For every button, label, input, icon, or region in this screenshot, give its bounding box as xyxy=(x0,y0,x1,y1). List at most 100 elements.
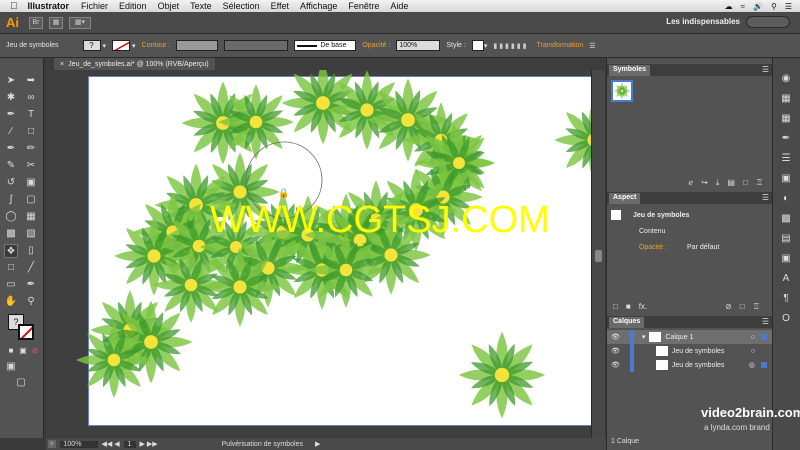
screen-mode-icon[interactable]: ▢ xyxy=(14,376,28,390)
opentype-panel-icon[interactable]: O xyxy=(779,312,793,326)
paragraph-panel-icon[interactable]: ¶ xyxy=(779,292,793,306)
symbols-menu-icon[interactable]: ☰ xyxy=(762,65,769,74)
symbol-sprayer-tool-icon[interactable]: ❖ xyxy=(4,244,18,258)
stroke-panel-icon[interactable]: ☰ xyxy=(779,152,793,166)
selection-tool-icon[interactable]: ➤ xyxy=(4,74,18,88)
status-menu-icon[interactable]: ▶ xyxy=(315,440,320,448)
opacity-label[interactable]: Opacité : xyxy=(362,42,390,49)
menu-effet[interactable]: Effet xyxy=(271,1,289,11)
artboard-nav-icon[interactable]: ◀◀ ◀ xyxy=(102,440,120,448)
width-tool-icon[interactable]: ∫ xyxy=(4,193,18,207)
creative-cloud-icon[interactable]: ☁ xyxy=(725,2,733,11)
layer-expand-icon[interactable]: ▾ xyxy=(642,333,646,341)
wifi-icon[interactable]: ≈ xyxy=(741,2,745,11)
align-panel-icon[interactable]: ▤ xyxy=(779,232,793,246)
menu-aide[interactable]: Aide xyxy=(390,1,408,11)
paintbrush-tool-icon[interactable]: ✒ xyxy=(4,142,18,156)
panel-menu-icon[interactable]: ☰ xyxy=(589,42,595,50)
apple-icon[interactable]:  xyxy=(10,1,18,12)
stroke-label[interactable]: Contour : xyxy=(142,42,171,49)
duplicate-item-icon[interactable]: □ xyxy=(740,302,745,314)
menu-edition[interactable]: Edition xyxy=(119,1,147,11)
zoom-tool-icon[interactable]: ⚲ xyxy=(24,295,38,309)
pathfinder-panel-icon[interactable]: ▣ xyxy=(779,252,793,266)
aspect-opacity-row[interactable]: Opacité : Par défaut xyxy=(607,240,773,254)
sublayer-2-selection-indicator[interactable] xyxy=(761,362,767,368)
free-transform-tool-icon[interactable]: ▢ xyxy=(24,193,38,207)
vertical-scrollbar[interactable] xyxy=(591,70,605,438)
symbols-tab[interactable]: Symboles xyxy=(609,65,651,76)
menu-selection[interactable]: Sélection xyxy=(223,1,260,11)
zoom-field[interactable]: 100% xyxy=(59,440,98,448)
aspect-object-row[interactable]: Jeu de symboles xyxy=(607,208,773,222)
symbol-set-artwork[interactable]: 🔒 xyxy=(46,70,591,438)
sublayer-row-2[interactable]: 👁 Jeu de symboles ◎ xyxy=(607,358,773,372)
artboard-tool-icon[interactable]: □ xyxy=(4,261,18,275)
clear-appearance-icon[interactable]: ⊘ xyxy=(725,302,732,314)
break-link-icon[interactable]: ⤓ xyxy=(716,178,720,190)
new-symbol-icon[interactable]: □ xyxy=(743,178,748,190)
list-icon[interactable]: ☰ xyxy=(785,2,792,11)
volume-icon[interactable]: 🔊 xyxy=(753,2,763,11)
add-stroke-icon[interactable]: □ xyxy=(613,302,618,314)
color-panel-icon[interactable]: ◉ xyxy=(779,72,793,86)
sublayer-2-target-icon[interactable]: ◎ xyxy=(749,361,755,369)
symbol-libraries-icon[interactable]: ℯ xyxy=(688,178,693,190)
arrange-dropdown-icon[interactable]: ▦▾ xyxy=(69,16,91,29)
character-panel-icon[interactable]: A xyxy=(779,272,793,286)
type-tool-icon[interactable]: T xyxy=(24,108,38,122)
slice-tool-icon[interactable]: ╱ xyxy=(24,261,38,275)
help-search-input[interactable] xyxy=(746,16,790,28)
workspace-switcher[interactable]: Les indispensables xyxy=(666,17,740,26)
sublayer-1-target-icon[interactable]: ○ xyxy=(751,348,755,355)
app-menu[interactable]: Illustrator xyxy=(28,1,70,11)
delete-item-icon[interactable]: ♖ xyxy=(753,302,760,314)
magic-wand-tool-icon[interactable]: ✱ xyxy=(4,91,18,105)
eraser-tool-icon[interactable]: ▭ xyxy=(4,278,18,292)
stroke-swatch[interactable]: ▾ xyxy=(112,40,136,51)
column-graph-tool-icon[interactable]: ▯ xyxy=(24,244,38,258)
line-tool-icon[interactable]: ⁄ xyxy=(4,125,18,139)
align-icons[interactable]: ▮▮▮▮▮▮ xyxy=(493,42,528,50)
rotate-tool-icon[interactable]: ↺ xyxy=(4,176,18,190)
mesh-tool-icon[interactable]: ▩ xyxy=(4,227,18,241)
pencil-tool-icon[interactable]: ✏ xyxy=(24,142,38,156)
zoom-arrow-icon[interactable]: ▿ xyxy=(48,440,56,448)
menu-fenetre[interactable]: Fenêtre xyxy=(348,1,379,11)
symbol-options-icon[interactable]: ▤ xyxy=(727,178,735,190)
gradient-tool-icon[interactable]: ▧ xyxy=(24,227,38,241)
gradient-panel-icon[interactable]: ▣ xyxy=(779,172,793,186)
brush-definition[interactable]: De base xyxy=(294,40,357,51)
aspect-menu-icon[interactable]: ☰ xyxy=(762,193,769,202)
shape-builder-tool-icon[interactable]: ◯ xyxy=(4,210,18,224)
rectangle-tool-icon[interactable]: □ xyxy=(24,125,38,139)
brushes-panel-icon[interactable]: ✒ xyxy=(779,132,793,146)
direct-selection-tool-icon[interactable]: ➥ xyxy=(24,74,38,88)
layers-tab[interactable]: Calques xyxy=(609,317,645,328)
sublayer-2-eye-icon[interactable]: 👁 xyxy=(611,361,620,369)
arrange-documents-icon[interactable]: ▦ xyxy=(49,16,63,29)
blob-brush-tool-icon[interactable]: ✎ xyxy=(4,159,18,173)
close-tab-icon[interactable]: × xyxy=(60,61,64,68)
place-symbol-icon[interactable]: ↪ xyxy=(701,178,708,190)
fill-stroke-widget[interactable]: ? xyxy=(8,314,36,340)
transform-link[interactable]: Transformation xyxy=(536,42,583,49)
sublayer-1-eye-icon[interactable]: 👁 xyxy=(611,347,620,355)
pen-tool-icon[interactable]: ✒ xyxy=(4,108,18,122)
layer-name[interactable]: Calque 1 xyxy=(665,334,693,341)
sublayer-2-name[interactable]: Jeu de symboles xyxy=(672,362,725,369)
layer-visibility-eye-icon[interactable]: 👁 xyxy=(611,333,620,341)
artboard-next-icon[interactable]: ▶ ▶▶ xyxy=(140,440,158,448)
delete-symbol-icon[interactable]: ♖ xyxy=(756,178,763,190)
canvas-area[interactable]: 🔒 xyxy=(46,70,591,438)
layer-target-icon[interactable]: ○ xyxy=(751,334,755,341)
stroke-weight-field[interactable] xyxy=(176,40,219,51)
graphic-styles-panel-icon[interactable]: ▩ xyxy=(779,212,793,226)
draw-mode-icon[interactable]: ▣ xyxy=(4,360,18,374)
sublayer-1-name[interactable]: Jeu de symboles xyxy=(672,348,725,355)
spotlight-icon[interactable]: ⚲ xyxy=(771,2,777,11)
symbol-swatch-flower[interactable] xyxy=(611,80,633,102)
bridge-button[interactable]: Br xyxy=(29,16,43,29)
aspect-tab[interactable]: Aspect xyxy=(609,193,641,204)
sublayer-row-1[interactable]: 👁 Jeu de symboles ○ xyxy=(607,344,773,358)
